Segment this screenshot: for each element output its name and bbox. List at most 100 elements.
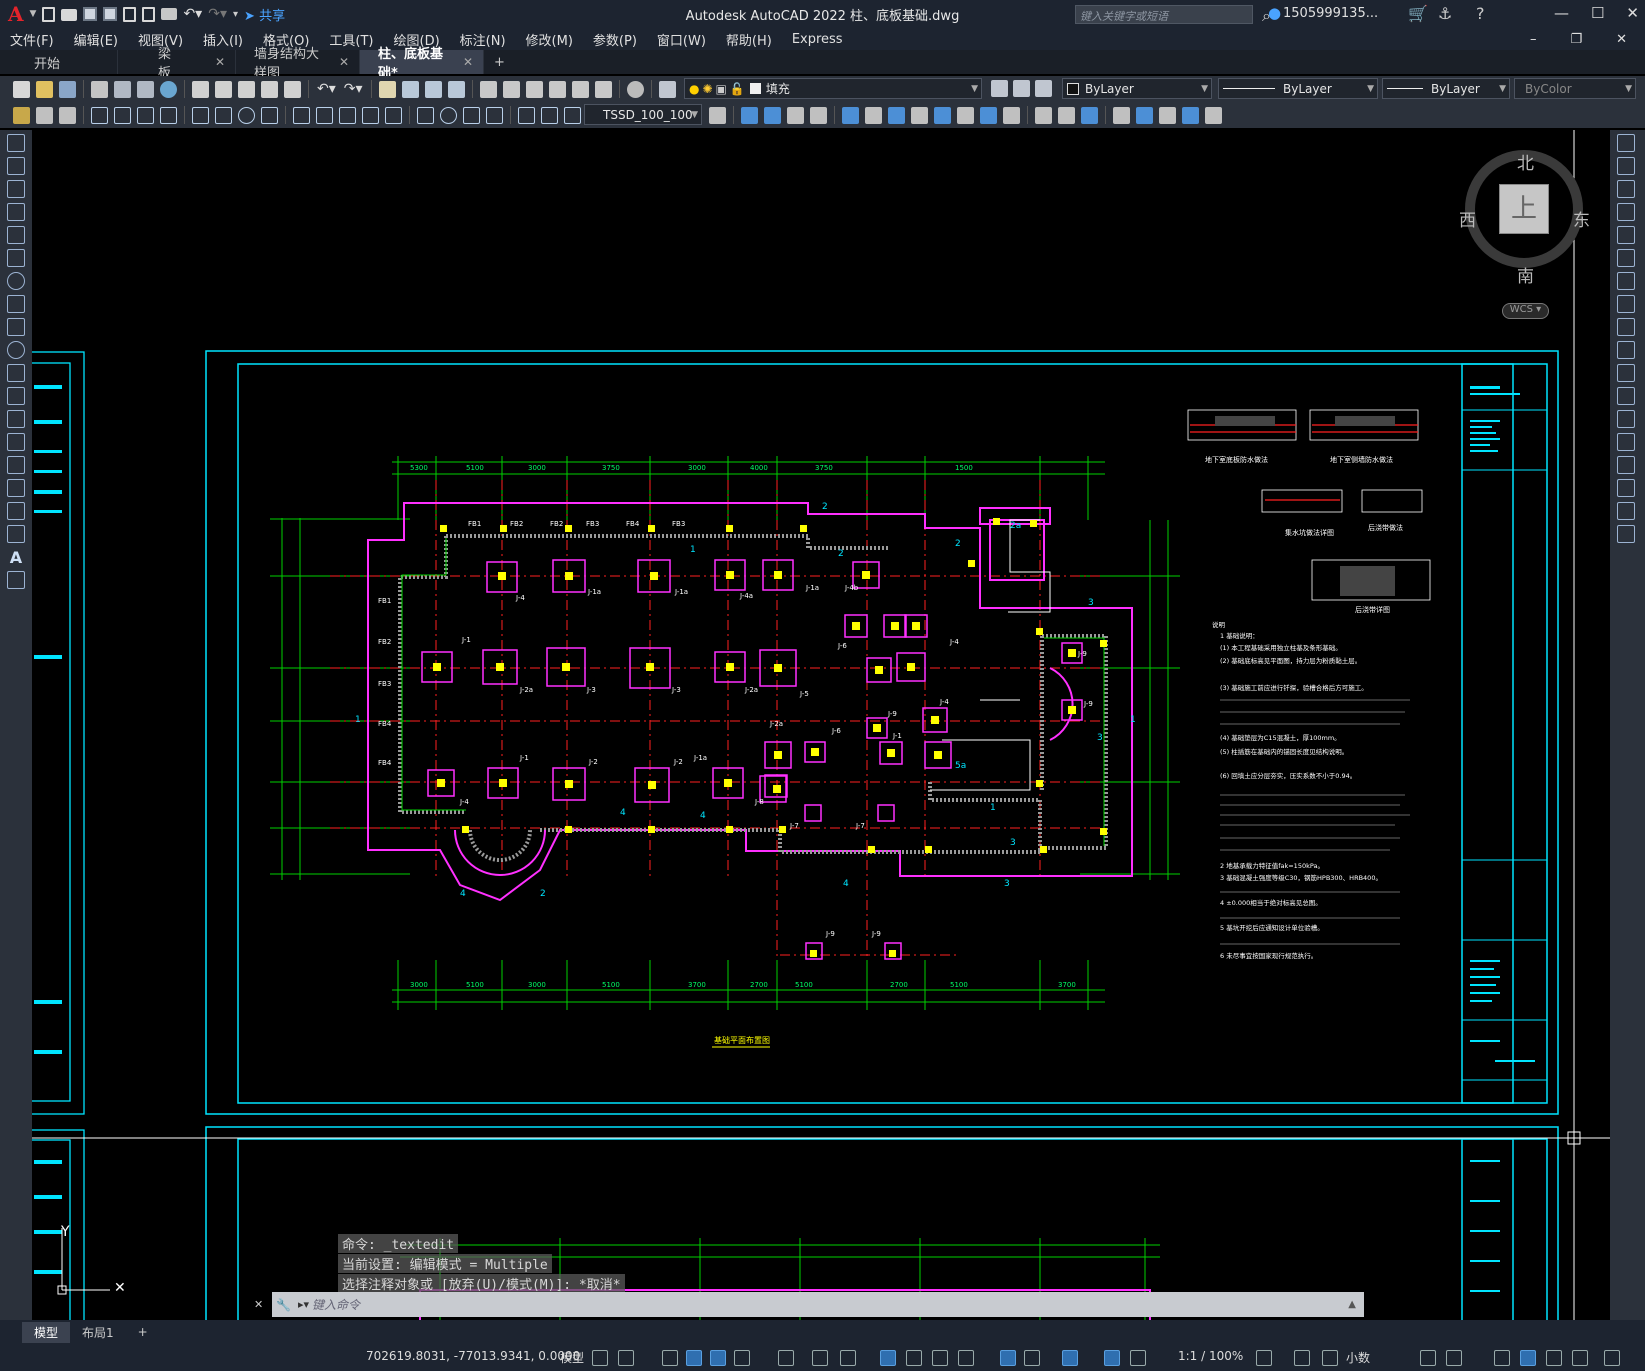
construction-line-icon[interactable]: [7, 157, 25, 175]
tssd-tool7-icon[interactable]: [888, 106, 905, 124]
dim-space-icon[interactable]: [362, 106, 379, 124]
new-tab-button[interactable]: +: [484, 50, 510, 74]
circle-icon[interactable]: [7, 272, 25, 290]
calculator-icon[interactable]: [594, 80, 612, 98]
jogged-dim-icon[interactable]: [215, 106, 232, 124]
scale-icon[interactable]: [1617, 295, 1635, 313]
tab-wall-detail[interactable]: 墙身结构大样图 ✕: [236, 47, 360, 81]
save-icon[interactable]: [59, 80, 76, 98]
layer-previous-icon[interactable]: [1013, 80, 1030, 97]
selection-filter-icon[interactable]: [1024, 1350, 1040, 1366]
zoom-realtime-icon[interactable]: [401, 80, 419, 98]
recent-commands-icon[interactable]: ▸▾: [298, 1298, 309, 1311]
units-icon[interactable]: [1322, 1350, 1338, 1366]
tssd-tool5-icon[interactable]: [842, 106, 859, 124]
maximize-icon[interactable]: ☐: [1591, 4, 1604, 22]
fillet-icon[interactable]: [1617, 479, 1635, 497]
help-icon[interactable]: ?: [1476, 4, 1485, 23]
command-input[interactable]: 键入命令: [312, 1296, 360, 1313]
plot-icon[interactable]: [91, 80, 108, 98]
quick-properties-icon[interactable]: [1420, 1350, 1436, 1366]
join-icon[interactable]: [1617, 433, 1635, 451]
add-selected-icon[interactable]: [7, 571, 25, 589]
tssd-tool8-icon[interactable]: [911, 106, 928, 124]
command-close-icon[interactable]: ✕: [254, 1298, 263, 1311]
tab-close-icon[interactable]: ✕: [215, 55, 225, 69]
break-point-icon[interactable]: [1617, 387, 1635, 405]
tool-palettes-icon[interactable]: [525, 80, 543, 98]
customize-chevron-icon[interactable]: ▾: [233, 9, 238, 20]
tssd-tool13-icon[interactable]: [1035, 106, 1052, 124]
copy-icon[interactable]: [215, 80, 232, 98]
export-icon[interactable]: [142, 6, 156, 22]
tssd-tool9-icon[interactable]: [934, 106, 951, 124]
menu-parametric[interactable]: 参数(P): [583, 30, 647, 49]
tolerance-icon[interactable]: [417, 106, 434, 124]
menu-insert[interactable]: 插入(I): [193, 30, 253, 49]
3d-osnap-icon[interactable]: [958, 1350, 974, 1366]
command-history-toggle-icon[interactable]: ▲: [1348, 1299, 1356, 1310]
arc-icon[interactable]: [7, 249, 25, 267]
rectangle-icon[interactable]: [7, 226, 25, 244]
menu-help[interactable]: 帮助(H): [716, 30, 782, 49]
object-snap-tracking-icon[interactable]: [812, 1350, 828, 1366]
break-icon[interactable]: [1617, 410, 1635, 428]
hardware-acceleration-icon[interactable]: [1520, 1350, 1536, 1366]
trim-icon[interactable]: [1617, 341, 1635, 359]
object-snap-icon[interactable]: [840, 1350, 856, 1366]
pan-icon[interactable]: [378, 80, 396, 98]
tab-close-icon[interactable]: ✕: [463, 55, 473, 69]
grid-icon[interactable]: [592, 1350, 608, 1366]
tssd-icon[interactable]: [13, 106, 30, 124]
continue-dim-icon[interactable]: [339, 106, 356, 124]
rotate-icon[interactable]: [1617, 272, 1635, 290]
hatch-icon[interactable]: [7, 456, 25, 474]
tssd-tool4-icon[interactable]: [810, 106, 827, 124]
viewcube-top-face[interactable]: 上: [1499, 184, 1549, 234]
tab-layout1[interactable]: 布局1: [70, 1322, 126, 1343]
inspection-icon[interactable]: [463, 106, 480, 124]
annotation-scale[interactable]: 1:1 / 100%: [1178, 1349, 1243, 1363]
redo-icon[interactable]: ↷▾: [344, 81, 363, 97]
doc-minimize-icon[interactable]: –: [1520, 32, 1547, 47]
user-icon[interactable]: ●: [1268, 4, 1281, 22]
tssd-tool14-icon[interactable]: [1058, 106, 1075, 124]
block-editor-icon[interactable]: [284, 80, 301, 98]
menu-tools[interactable]: 工具(T): [319, 30, 383, 49]
app-menu-chevron-icon[interactable]: ▼: [30, 9, 37, 19]
ortho-icon[interactable]: [710, 1350, 726, 1366]
infer-constraints-icon[interactable]: [662, 1350, 678, 1366]
paste-icon[interactable]: [238, 80, 255, 98]
menu-window[interactable]: 窗口(W): [647, 30, 716, 49]
angular-dim-icon[interactable]: [261, 106, 278, 124]
open-icon[interactable]: [36, 80, 53, 98]
preview-icon[interactable]: [114, 80, 131, 98]
cart-icon[interactable]: 🛒: [1408, 4, 1428, 23]
isodraft-icon[interactable]: [778, 1350, 794, 1366]
dim-style-dropdown[interactable]: TSSD_100_100 ▼: [584, 104, 702, 125]
snap-icon[interactable]: [618, 1350, 634, 1366]
ellipse-arc-icon[interactable]: [7, 364, 25, 382]
ellipse-icon[interactable]: [7, 341, 25, 359]
diameter-dim-icon[interactable]: [238, 106, 255, 124]
cut-icon[interactable]: [192, 80, 209, 98]
auto-scale-icon[interactable]: [1130, 1350, 1146, 1366]
tab-column-foundation[interactable]: 柱、底板基础* ✕: [360, 47, 484, 81]
gradient-icon[interactable]: [7, 479, 25, 497]
new-file-icon[interactable]: [42, 6, 56, 22]
units-dropdown[interactable]: 小数: [1346, 1349, 1370, 1366]
lineweight-dropdown[interactable]: ByLayer ▼: [1382, 78, 1510, 99]
coordinates-readout[interactable]: 702619.8031, -77013.9341, 0.0000: [366, 1349, 580, 1363]
customization-menu-icon[interactable]: [1604, 1350, 1620, 1366]
make-block-icon[interactable]: [7, 410, 25, 428]
dim-update-icon[interactable]: [59, 106, 76, 124]
dim-break-icon[interactable]: [385, 106, 402, 124]
menu-file[interactable]: 文件(F): [0, 30, 64, 49]
autocad-logo-icon[interactable]: A: [8, 2, 24, 26]
dim-style-icon[interactable]: [36, 106, 53, 124]
dynamic-ucs-icon[interactable]: [1000, 1350, 1016, 1366]
tab-model[interactable]: 模型: [22, 1321, 71, 1343]
color-dropdown[interactable]: ByLayer ▼: [1062, 78, 1212, 99]
dim-edit-icon[interactable]: [518, 106, 535, 124]
add-layout-button[interactable]: +: [126, 1323, 160, 1341]
